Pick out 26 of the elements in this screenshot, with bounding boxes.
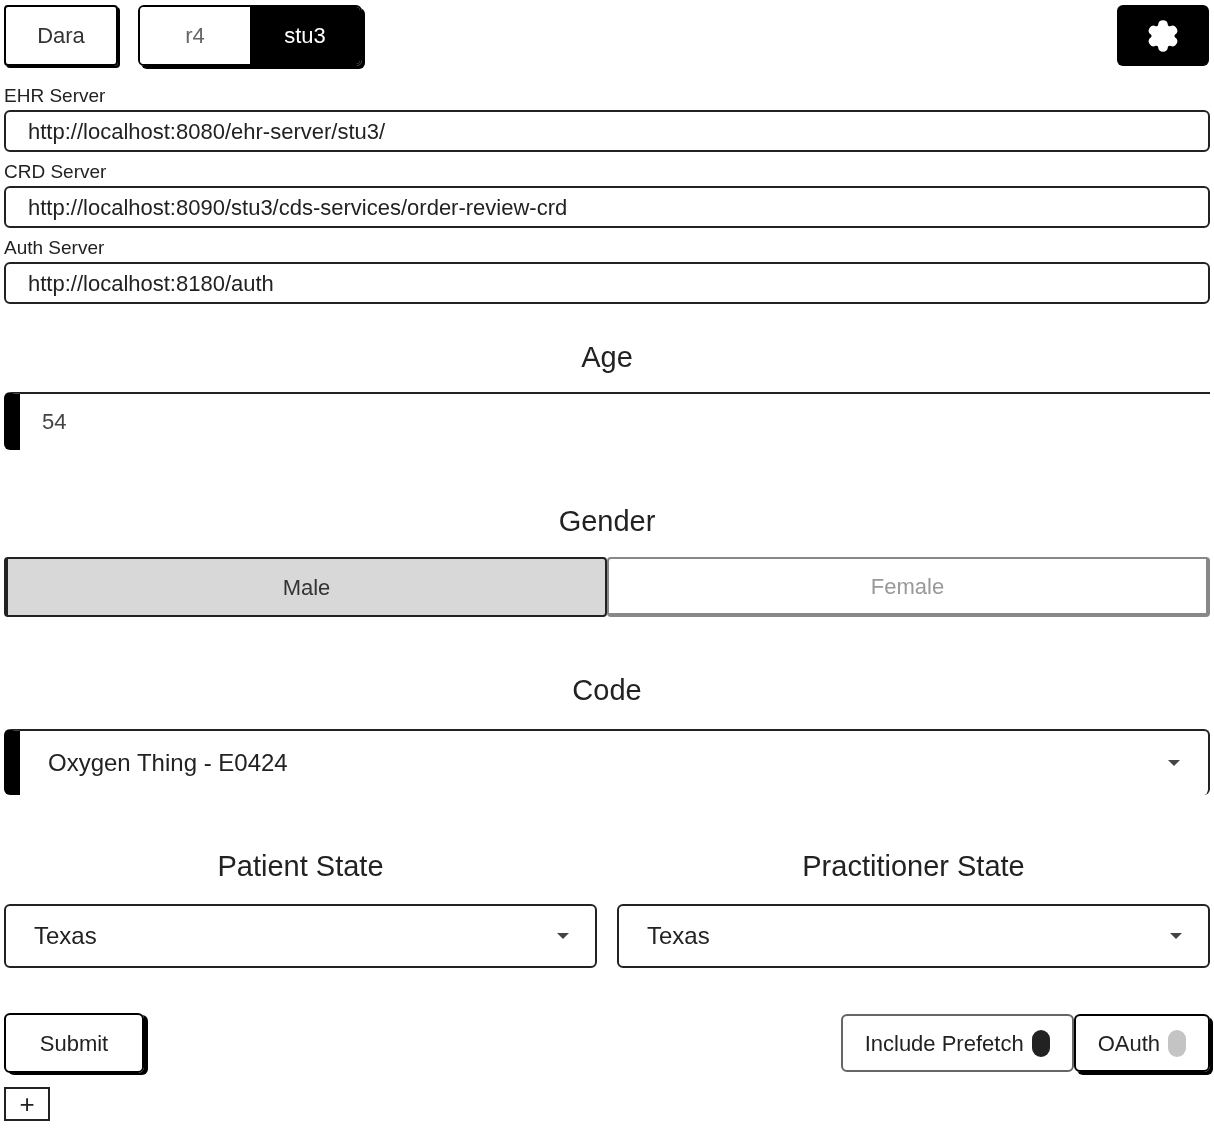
user-button[interactable]: Dara (4, 5, 118, 66)
section-heading: Practitioner State (801, 848, 1026, 884)
toggle-button[interactable]: OAuth (1073, 1014, 1210, 1072)
section-heading: Gender (557, 503, 657, 539)
gender-option[interactable]: Male (4, 557, 607, 617)
server-input-field[interactable]: http://localhost:8080/ehr-server/stu3/ (4, 110, 1210, 152)
server-input-field[interactable]: http://localhost:8090/stu3/cds-services/order-review-crd (4, 186, 1210, 228)
settings-button[interactable] (1117, 5, 1209, 66)
toggle-button[interactable]: Include Prefetch (840, 1014, 1074, 1072)
add-button[interactable]: + (4, 1087, 50, 1121)
section-heading: Code (571, 673, 643, 708)
field-label: Auth Server (4, 236, 106, 260)
settings-icon (1146, 18, 1180, 53)
field-label: EHR Server (4, 84, 107, 108)
dropdown-caret-icon (1170, 933, 1182, 939)
age-input-field[interactable]: 54 (4, 391, 1210, 450)
field-label: CRD Server (4, 160, 108, 184)
code-select[interactable]: Oxygen Thing - E0424 (4, 728, 1210, 795)
version-tab[interactable]: stu3 (250, 7, 360, 64)
section-heading: Patient State (216, 848, 385, 884)
server-input-field[interactable]: http://localhost:8180/auth (4, 262, 1210, 304)
state-select[interactable]: Texas (617, 904, 1210, 968)
section-heading: Age (580, 340, 634, 375)
state-select[interactable]: Texas (4, 904, 597, 968)
dropdown-caret-icon (1168, 759, 1180, 766)
dropdown-caret-icon (557, 933, 569, 939)
